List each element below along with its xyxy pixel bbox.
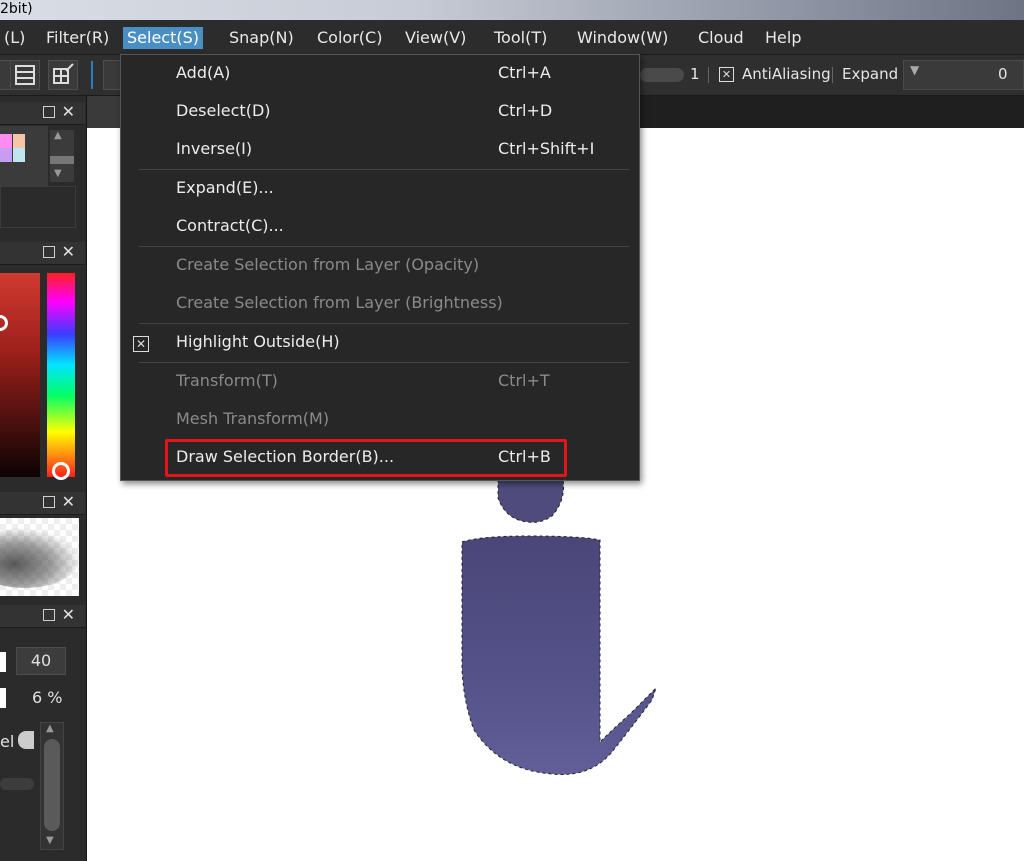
popout-icon[interactable]	[43, 496, 55, 508]
palette-swatch[interactable]	[0, 134, 12, 148]
close-icon[interactable]: ✕	[62, 243, 75, 261]
width-value: 1	[690, 65, 700, 83]
expand-value: 0	[998, 65, 1008, 83]
menu-view[interactable]: View(V)	[401, 27, 470, 49]
menu-item-shortcut: Ctrl+A	[498, 63, 551, 82]
width-slider[interactable]	[640, 68, 684, 82]
menu-color[interactable]: Color(C)	[313, 27, 386, 49]
close-icon[interactable]: ✕	[62, 103, 75, 121]
menu-item-label: Expand(E)...	[176, 178, 274, 197]
menu-item-add[interactable]: Add(A) Ctrl+A	[121, 59, 639, 91]
color-saturation-picker[interactable]	[0, 273, 40, 477]
panel-header-brush: ✕	[0, 492, 85, 515]
brush-option-label: el	[0, 732, 15, 751]
menu-item-shortcut: Ctrl+T	[498, 371, 550, 390]
menu-separator	[139, 246, 629, 247]
opacity-slider[interactable]	[0, 688, 6, 708]
figure-body	[461, 535, 657, 776]
menu-item-shortcut: Ctrl+Shift+I	[498, 139, 595, 158]
menu-item-expand[interactable]: Expand(E)...	[121, 174, 639, 206]
menu-separator	[139, 169, 629, 170]
expand-input[interactable]: ▼ 0	[903, 60, 1024, 90]
scroll-up-icon[interactable]: ▲	[54, 130, 62, 141]
palette-empty-area	[0, 186, 76, 228]
menu-filter[interactable]: Filter(R)	[42, 27, 113, 49]
palette-swatch[interactable]	[13, 148, 25, 162]
grid-edit-icon[interactable]	[48, 60, 78, 90]
menu-item-selection-from-opacity[interactable]: Create Selection from Layer (Opacity)	[121, 251, 639, 283]
palette-swatch[interactable]	[0, 148, 12, 162]
menu-item-label: Mesh Transform(M)	[176, 409, 330, 428]
popout-icon[interactable]	[43, 106, 55, 118]
brush-opacity-value: 6 %	[32, 688, 63, 707]
panel-header-brush-settings: ✕	[0, 605, 85, 628]
brush-slider[interactable]	[0, 778, 34, 790]
toggle-knob[interactable]	[18, 731, 34, 749]
layer-list-icon[interactable]	[10, 60, 40, 90]
menu-bar: (L) Filter(R) Select(S) Snap(N) Color(C)…	[0, 20, 1024, 55]
close-icon[interactable]: ✕	[62, 606, 75, 624]
menu-item-mesh-transform[interactable]: Mesh Transform(M)	[121, 405, 639, 437]
brush-settings-scrollbar[interactable]: ▲ ▼	[40, 722, 64, 850]
menu-cloud[interactable]: Cloud	[694, 27, 748, 49]
menu-item-label: Create Selection from Layer (Brightness)	[176, 293, 503, 312]
menu-item-shortcut: Ctrl+D	[498, 101, 553, 120]
scroll-down-icon[interactable]: ▼	[54, 168, 62, 179]
scroll-up-icon[interactable]: ▲	[46, 723, 54, 734]
scroll-down-icon[interactable]: ▼	[46, 835, 54, 846]
palette-scrollbar[interactable]: ▲ ▼	[50, 130, 74, 182]
select-menu-dropdown: Add(A) Ctrl+A Deselect(D) Ctrl+D Inverse…	[120, 54, 640, 481]
brush-preview	[0, 518, 79, 596]
menu-item-label: Add(A)	[176, 63, 231, 82]
menu-item-label: Transform(T)	[176, 371, 278, 390]
menu-help[interactable]: Help	[761, 27, 805, 49]
brush-stroke-preview	[0, 528, 79, 588]
menu-item-transform[interactable]: Transform(T) Ctrl+T	[121, 367, 639, 399]
window-title: 2bit)	[0, 1, 33, 17]
hue-slider-handle[interactable]	[52, 462, 70, 480]
menu-window[interactable]: Window(W)	[573, 27, 672, 49]
menu-item-inverse[interactable]: Inverse(I) Ctrl+Shift+I	[121, 135, 639, 167]
menu-item-label: Inverse(I)	[176, 139, 253, 158]
menu-tool[interactable]: Tool(T)	[490, 27, 551, 49]
toolbar-divider	[91, 61, 93, 89]
menu-item-contract[interactable]: Contract(C)...	[121, 212, 639, 244]
menu-separator	[139, 323, 629, 324]
scroll-thumb[interactable]	[50, 156, 74, 164]
panel-header-palette: ✕	[0, 102, 85, 125]
popout-icon[interactable]	[43, 246, 55, 258]
palette-swatch[interactable]	[13, 134, 25, 148]
size-slider[interactable]	[0, 652, 6, 672]
canvas-figure	[461, 480, 657, 776]
antialiasing-checkbox[interactable]: ✕	[719, 67, 734, 82]
hue-slider[interactable]	[47, 273, 75, 477]
dropdown-arrow-icon[interactable]: ▼	[910, 63, 919, 77]
toolbar-divider	[708, 67, 709, 83]
menu-item-label: Create Selection from Layer (Opacity)	[176, 255, 480, 274]
menu-select[interactable]: Select(S)	[123, 27, 203, 49]
checkbox-checked-icon: ✕	[133, 336, 149, 352]
menu-item-label: Contract(C)...	[176, 216, 284, 235]
menu-layer[interactable]: (L)	[0, 27, 29, 49]
menu-item-highlight-outside[interactable]: ✕ Highlight Outside(H)	[121, 328, 639, 360]
menu-item-label: Deselect(D)	[176, 101, 271, 120]
menu-separator	[139, 362, 629, 363]
toolbar-divider	[832, 67, 833, 83]
scroll-thumb[interactable]	[44, 739, 60, 831]
menu-snap[interactable]: Snap(N)	[225, 27, 298, 49]
annotation-highlight-box	[165, 439, 567, 477]
menu-item-deselect[interactable]: Deselect(D) Ctrl+D	[121, 97, 639, 129]
antialiasing-label: AntiAliasing	[742, 65, 831, 83]
panel-header-color: ✕	[0, 242, 85, 265]
close-icon[interactable]: ✕	[62, 493, 75, 511]
window-title-bar: 2bit)	[0, 0, 1024, 20]
menu-item-selection-from-brightness[interactable]: Create Selection from Layer (Brightness)	[121, 289, 639, 321]
menu-item-label: Highlight Outside(H)	[176, 332, 340, 351]
popout-icon[interactable]	[43, 609, 55, 621]
brush-size-input[interactable]: 40	[16, 647, 66, 675]
expand-label: Expand	[842, 65, 899, 83]
figure-head	[497, 480, 564, 523]
